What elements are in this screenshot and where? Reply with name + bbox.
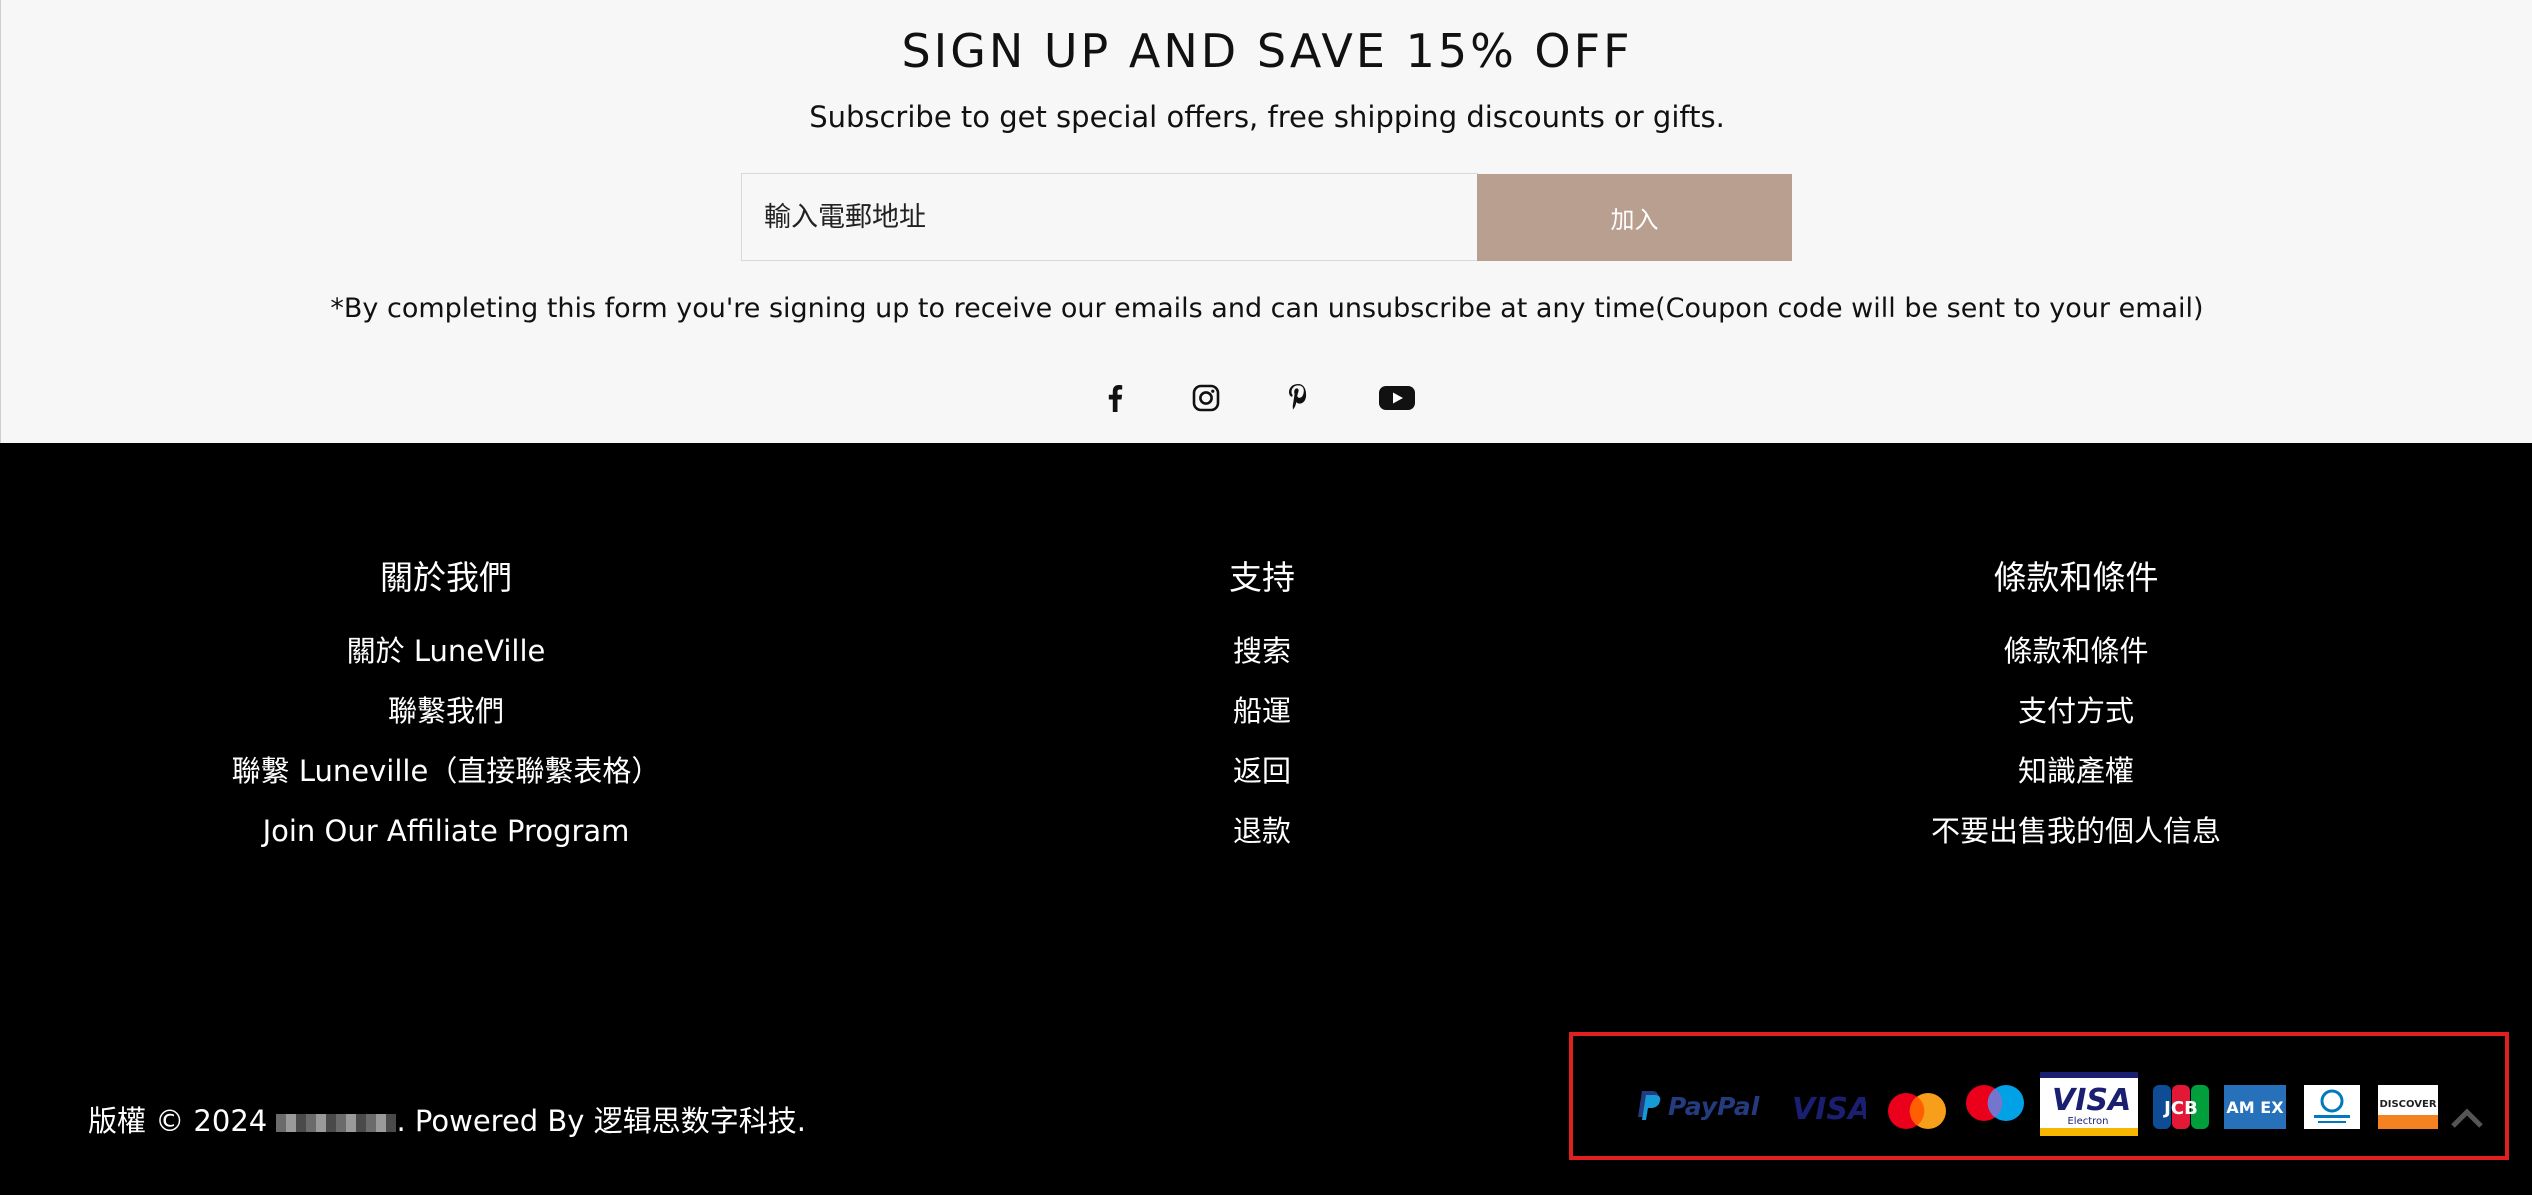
footer-column-terms: 條款和條件 條款和條件 支付方式 知識產權 不要出售我的個人信息 bbox=[1676, 551, 2476, 861]
visa-electron-sub: Electron bbox=[2067, 1116, 2108, 1127]
visa-electron-label: VISA bbox=[2052, 1083, 2131, 1118]
footer-column-support: 支持 搜索 船運 返回 退款 bbox=[862, 551, 1662, 861]
join-button[interactable]: 加入 bbox=[1477, 174, 1792, 261]
signup-disclaimer: *By completing this form you're signing … bbox=[330, 293, 2204, 324]
instagram-icon[interactable] bbox=[1188, 380, 1224, 416]
visa-icon: VISA bbox=[1792, 1090, 1871, 1130]
copyright-prefix: 版權 © 2024 bbox=[88, 1104, 268, 1138]
signup-title: SIGN UP AND SAVE 15% OFF bbox=[901, 24, 1633, 78]
footer-link[interactable]: 條款和條件 bbox=[1676, 621, 2476, 681]
back-to-top-icon[interactable] bbox=[2447, 1098, 2487, 1138]
redacted-store-name bbox=[276, 1114, 397, 1132]
footer-link[interactable]: 搜索 bbox=[862, 621, 1662, 681]
footer-column-title: 支持 bbox=[1229, 558, 1295, 597]
amex-icon: AM EX bbox=[2224, 1085, 2286, 1133]
footer-link[interactable]: 聯繫 Luneville（直接聯繫表格） bbox=[46, 741, 846, 801]
email-input[interactable] bbox=[741, 173, 1478, 261]
visa-label: VISA bbox=[1792, 1092, 1866, 1126]
copyright: 版權 © 2024 . Powered By 逻辑思数字科技. bbox=[88, 1098, 806, 1140]
amex-label: AM EX bbox=[2226, 1098, 2284, 1117]
discover-label: DISCOVER bbox=[2379, 1099, 2436, 1110]
visa-electron-icon: VISA Electron bbox=[2040, 1072, 2138, 1140]
footer-link[interactable]: 聯繫我們 bbox=[46, 681, 846, 741]
mastercard-icon bbox=[1886, 1091, 1948, 1135]
maestro-icon bbox=[1964, 1083, 2026, 1127]
footer-link[interactable]: 支付方式 bbox=[1676, 681, 2476, 741]
footer-link[interactable]: 船運 bbox=[862, 681, 1662, 741]
copyright-suffix: . Powered By 逻辑思数字科技. bbox=[396, 1104, 806, 1138]
footer-link[interactable]: 退款 bbox=[862, 801, 1662, 861]
paypal-icon: PayPal bbox=[1636, 1085, 1772, 1129]
pinterest-icon[interactable] bbox=[1280, 380, 1316, 416]
footer-link[interactable]: 不要出售我的個人信息 bbox=[1676, 801, 2476, 861]
facebook-icon[interactable] bbox=[1097, 380, 1133, 416]
footer-column-title: 關於我們 bbox=[380, 558, 512, 597]
signup-section: SIGN UP AND SAVE 15% OFF Subscribe to ge… bbox=[0, 0, 2532, 443]
jcb-icon: JCB bbox=[2153, 1085, 2209, 1133]
paypal-label: PayPal bbox=[1668, 1092, 1760, 1121]
diners-club-icon bbox=[2304, 1085, 2360, 1133]
footer-column-about: 關於我們 關於 LuneVille 聯繫我們 聯繫 Luneville（直接聯繫… bbox=[46, 551, 846, 861]
youtube-icon[interactable] bbox=[1378, 380, 1416, 416]
jcb-label: JCB bbox=[2162, 1098, 2198, 1119]
footer-link[interactable]: 關於 LuneVille bbox=[46, 621, 846, 681]
footer-link[interactable]: 返回 bbox=[862, 741, 1662, 801]
footer-link[interactable]: Join Our Affiliate Program bbox=[46, 801, 846, 861]
discover-icon: DISCOVER bbox=[2378, 1085, 2438, 1133]
signup-subtitle: Subscribe to get special offers, free sh… bbox=[809, 100, 1725, 134]
footer-link[interactable]: 知識產權 bbox=[1676, 741, 2476, 801]
footer: 關於我們 關於 LuneVille 聯繫我們 聯繫 Luneville（直接聯繫… bbox=[0, 443, 2532, 1195]
footer-column-title: 條款和條件 bbox=[1993, 558, 2159, 597]
